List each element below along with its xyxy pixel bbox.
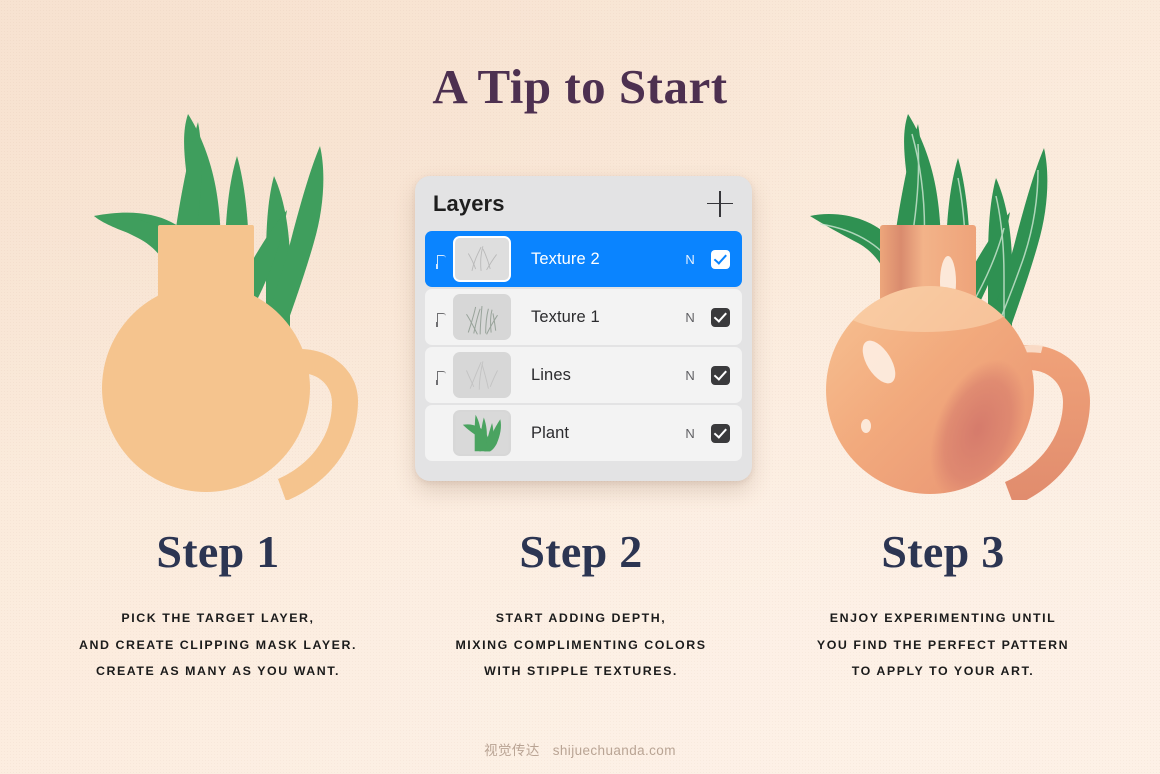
clipping-mask-icon: [431, 294, 453, 340]
step-line: with stipple textures.: [484, 664, 678, 679]
clipping-mask-icon: [431, 236, 453, 282]
layer-blend-mode[interactable]: N: [685, 368, 695, 383]
layer-visibility-checkbox[interactable]: [711, 249, 730, 269]
step-line: Enjoy experimenting until: [829, 611, 1057, 626]
layer-thumbnail-lines[interactable]: [453, 352, 511, 398]
layer-row-plant[interactable]: Plant N: [425, 405, 742, 461]
illustration-flat-vase: [82, 100, 392, 500]
step-line: Pick the target layer,: [121, 611, 315, 626]
step-heading: Step 2: [519, 526, 643, 577]
watermark: 视觉传达 shijuechuanda.com: [0, 739, 1160, 759]
vase-body-flat: [102, 225, 358, 500]
layer-name: Texture 1: [531, 307, 600, 326]
layer-name: Lines: [531, 365, 571, 384]
layer-blend-mode[interactable]: N: [685, 426, 695, 441]
step-column-3: Step 3 Enjoy experimenting until you fin…: [743, 526, 1143, 685]
layer-visibility-checkbox[interactable]: [711, 365, 730, 385]
step-description: Enjoy experimenting until you find the p…: [743, 605, 1143, 685]
step-line: and create clipping mask layer.: [79, 637, 357, 652]
layers-panel-title: Layers: [433, 190, 505, 216]
step-line: you find the perfect pattern: [816, 637, 1070, 652]
layer-blend-mode[interactable]: N: [685, 310, 695, 325]
layers-panel-header: Layers: [425, 176, 742, 231]
step-column-1: Step 1 Pick the target layer, and create…: [18, 526, 418, 685]
body-highlight-small: [861, 419, 871, 433]
layer-name: Plant: [531, 423, 570, 442]
step-line: mixing complimenting colors: [455, 637, 707, 652]
step-line: Create as many as you want.: [95, 664, 341, 679]
step-description: Pick the target layer, and create clippi…: [18, 605, 418, 685]
step-line: Start adding depth,: [495, 611, 667, 626]
layer-blend-mode[interactable]: N: [685, 252, 695, 267]
poster-canvas: A Tip to Start Layers Texture 2 N Textur…: [0, 0, 1160, 774]
clipping-mask-icon: [431, 352, 453, 398]
step-column-2: Step 2 Start adding depth, mixing compli…: [381, 526, 781, 685]
watermark-cn-text: 视觉传达: [484, 743, 540, 758]
layer-list: Texture 2 N Texture 1 N Lines N Plant N: [425, 231, 742, 461]
layer-name: Texture 2: [531, 249, 600, 268]
layer-visibility-checkbox[interactable]: [711, 423, 730, 443]
watermark-site: shijuechuanda.com: [552, 743, 676, 758]
layer-visibility-checkbox[interactable]: [711, 307, 730, 327]
layer-row-texture-2[interactable]: Texture 2 N: [425, 231, 742, 287]
step-description: Start adding depth, mixing complimenting…: [381, 605, 781, 685]
layer-thumbnail-texture-1[interactable]: [453, 294, 511, 340]
layers-panel: Layers Texture 2 N Texture 1 N Lines N P…: [415, 176, 752, 481]
layer-row-lines[interactable]: Lines N: [425, 347, 742, 403]
layer-thumbnail-texture-2[interactable]: [453, 236, 511, 282]
clipping-mask-icon-empty: [431, 410, 453, 456]
add-layer-icon[interactable]: [707, 190, 733, 217]
step-heading: Step 1: [156, 526, 280, 577]
step-line: to apply to your art.: [851, 664, 1035, 679]
layer-thumbnail-plant[interactable]: [453, 410, 511, 456]
illustration-shaded-vase: [800, 100, 1120, 500]
step-heading: Step 3: [881, 526, 1005, 577]
layer-row-texture-1[interactable]: Texture 1 N: [425, 289, 742, 345]
